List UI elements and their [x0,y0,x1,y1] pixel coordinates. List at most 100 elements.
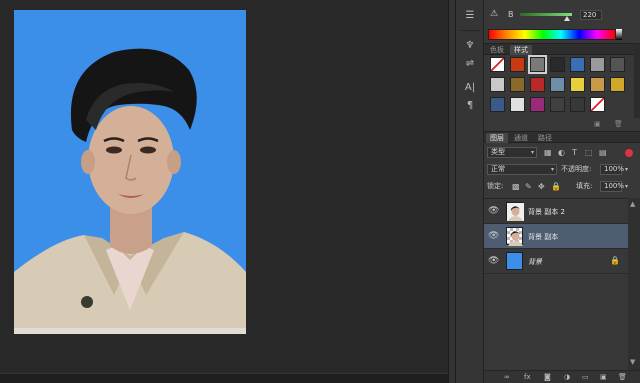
type-filter-icon[interactable]: T [572,147,577,158]
layer-filter-row: 类型 ▾ ▦ ◐ T ⬚ ▤ [484,145,640,161]
style-swatch[interactable] [590,97,605,112]
layer-row[interactable]: 👁 背景 副本 2 [484,199,628,224]
b-value-field[interactable]: 220 [580,10,602,20]
style-swatch[interactable] [590,57,605,72]
blend-mode-select[interactable]: 正常 ▾ [487,164,557,175]
strip-separator [460,30,480,31]
panel-icon-strip: ☰ ♆ ⇌ A| ¶ [456,0,484,383]
tab-swatches[interactable]: 色板 [486,45,508,55]
panel-divider[interactable] [448,0,456,383]
style-swatch[interactable] [570,97,585,112]
style-swatch[interactable] [610,77,625,92]
channel-b-label: B [508,10,514,19]
delete-layer-icon[interactable]: 🗑 [618,373,627,381]
layer-thumbnail [506,202,524,221]
history-icon[interactable]: ☰ [462,8,478,22]
style-swatch[interactable] [510,97,525,112]
lock-pixels-icon[interactable]: ✎ [525,181,532,192]
style-swatch[interactable] [530,97,545,112]
layer-style-icon[interactable]: fx [524,373,531,381]
fill-field[interactable]: 100% [600,181,624,192]
tab-channels[interactable]: 通道 [510,133,532,143]
portrait-photo [14,10,246,334]
styles-tabbar: 色板 样式 [484,43,640,55]
adjustment-layer-icon[interactable]: ◑ [564,373,570,381]
warning-icon[interactable]: ⚠ [490,9,498,19]
lock-icon: 🔒 [610,256,620,265]
smart-object-filter-icon[interactable]: ▤ [599,147,607,158]
adjustment-filter-icon[interactable]: ◐ [558,147,565,158]
brush-preset-icon[interactable]: ♆ [462,38,478,52]
tab-layers[interactable]: 图层 [486,133,508,143]
style-swatch[interactable] [510,57,525,72]
layer-name: 背景 [528,258,542,266]
style-swatch[interactable] [528,55,547,74]
black-white-ramp[interactable] [616,29,622,40]
lock-all-icon[interactable]: 🔒 [551,181,561,192]
filter-kind-label: 类型 [491,148,505,156]
scroll-down-icon[interactable]: ▼ [630,358,635,366]
paragraph-icon[interactable]: ¶ [462,98,478,112]
layer-name: 背景 副本 2 [528,208,565,216]
blend-row: 正常 ▾ 不透明度: 100% ▾ [484,162,640,178]
layer-thumbnail [506,252,523,270]
layers-list: 👁 背景 副本 2 👁 背景 副本 👁 背景 🔒 [484,198,640,370]
shape-filter-icon[interactable]: ⬚ [585,147,593,158]
filter-toggle[interactable] [625,149,633,157]
new-layer-icon[interactable]: ▣ [600,373,607,381]
style-swatch[interactable] [570,77,585,92]
style-swatch[interactable] [490,57,505,72]
right-panels: ⚠ B 220 色板 样式 ▣ 🗑 图层 通道 路径 类型 ▾ ▦ ◐ T ⬚ … [484,0,640,383]
style-swatch[interactable] [490,97,505,112]
layers-scrollbar[interactable]: ▲ ▼ [628,198,640,370]
lock-label: 锁定: [487,182,504,190]
styles-scrollbar[interactable] [634,44,640,128]
color-spectrum[interactable] [488,29,616,40]
color-panel: ⚠ B 220 [484,0,640,26]
opacity-label: 不透明度: [561,165,592,173]
fill-chevron-icon[interactable]: ▾ [625,181,628,192]
new-group-icon[interactable]: ▭ [582,373,589,381]
link-layers-icon[interactable]: ∞ [504,373,510,381]
filter-kind-select[interactable]: 类型 ▾ [487,147,537,158]
style-swatch[interactable] [610,57,625,72]
layers-footer: ∞ fx ◙ ◑ ▭ ▣ 🗑 [484,370,640,383]
lock-position-icon[interactable]: ✥ [538,181,545,192]
style-swatch[interactable] [550,97,565,112]
style-swatch[interactable] [530,77,545,92]
style-swatch[interactable] [550,57,565,72]
opacity-chevron-icon[interactable]: ▾ [625,164,628,175]
style-swatch[interactable] [570,57,585,72]
style-swatch[interactable] [590,77,605,92]
layers-tabbar: 图层 通道 路径 [484,131,640,143]
add-mask-icon[interactable]: ◙ [544,373,551,381]
layer-thumbnail [506,227,523,246]
opacity-field[interactable]: 100% [600,164,624,175]
canvas-area[interactable] [0,0,448,383]
layer-row[interactable]: 👁 背景 副本 [484,224,628,249]
document-image[interactable] [14,10,246,334]
cutout-thumbnail-icon [508,231,523,246]
lock-row: 锁定: ▩ ✎ ✥ 🔒 填充: 100% ▾ [484,179,640,195]
tab-styles[interactable]: 样式 [510,45,532,55]
eye-icon[interactable]: 👁 [488,206,499,216]
b-slider-thumb[interactable] [564,16,570,21]
photo-thumbnail-icon [507,203,524,221]
eye-icon[interactable]: 👁 [488,231,499,241]
lock-transparent-icon[interactable]: ▩ [512,181,520,192]
delete-style-icon[interactable]: 🗑 [614,120,623,128]
fill-label: 填充: [576,182,593,190]
eye-icon[interactable]: 👁 [488,256,499,266]
style-swatch[interactable] [490,77,505,92]
style-swatch[interactable] [550,77,565,92]
blend-mode-label: 正常 [491,165,505,173]
pixel-filter-icon[interactable]: ▦ [544,147,552,158]
new-style-icon[interactable]: ▣ [594,120,601,128]
character-icon[interactable]: A| [462,80,478,94]
layer-row[interactable]: 👁 背景 🔒 [484,249,628,274]
tab-paths[interactable]: 路径 [534,133,556,143]
scroll-up-icon[interactable]: ▲ [630,200,635,208]
style-swatch[interactable] [510,77,525,92]
adjustments-icon[interactable]: ⇌ [462,56,478,70]
styles-footer: ▣ 🗑 [484,118,640,130]
